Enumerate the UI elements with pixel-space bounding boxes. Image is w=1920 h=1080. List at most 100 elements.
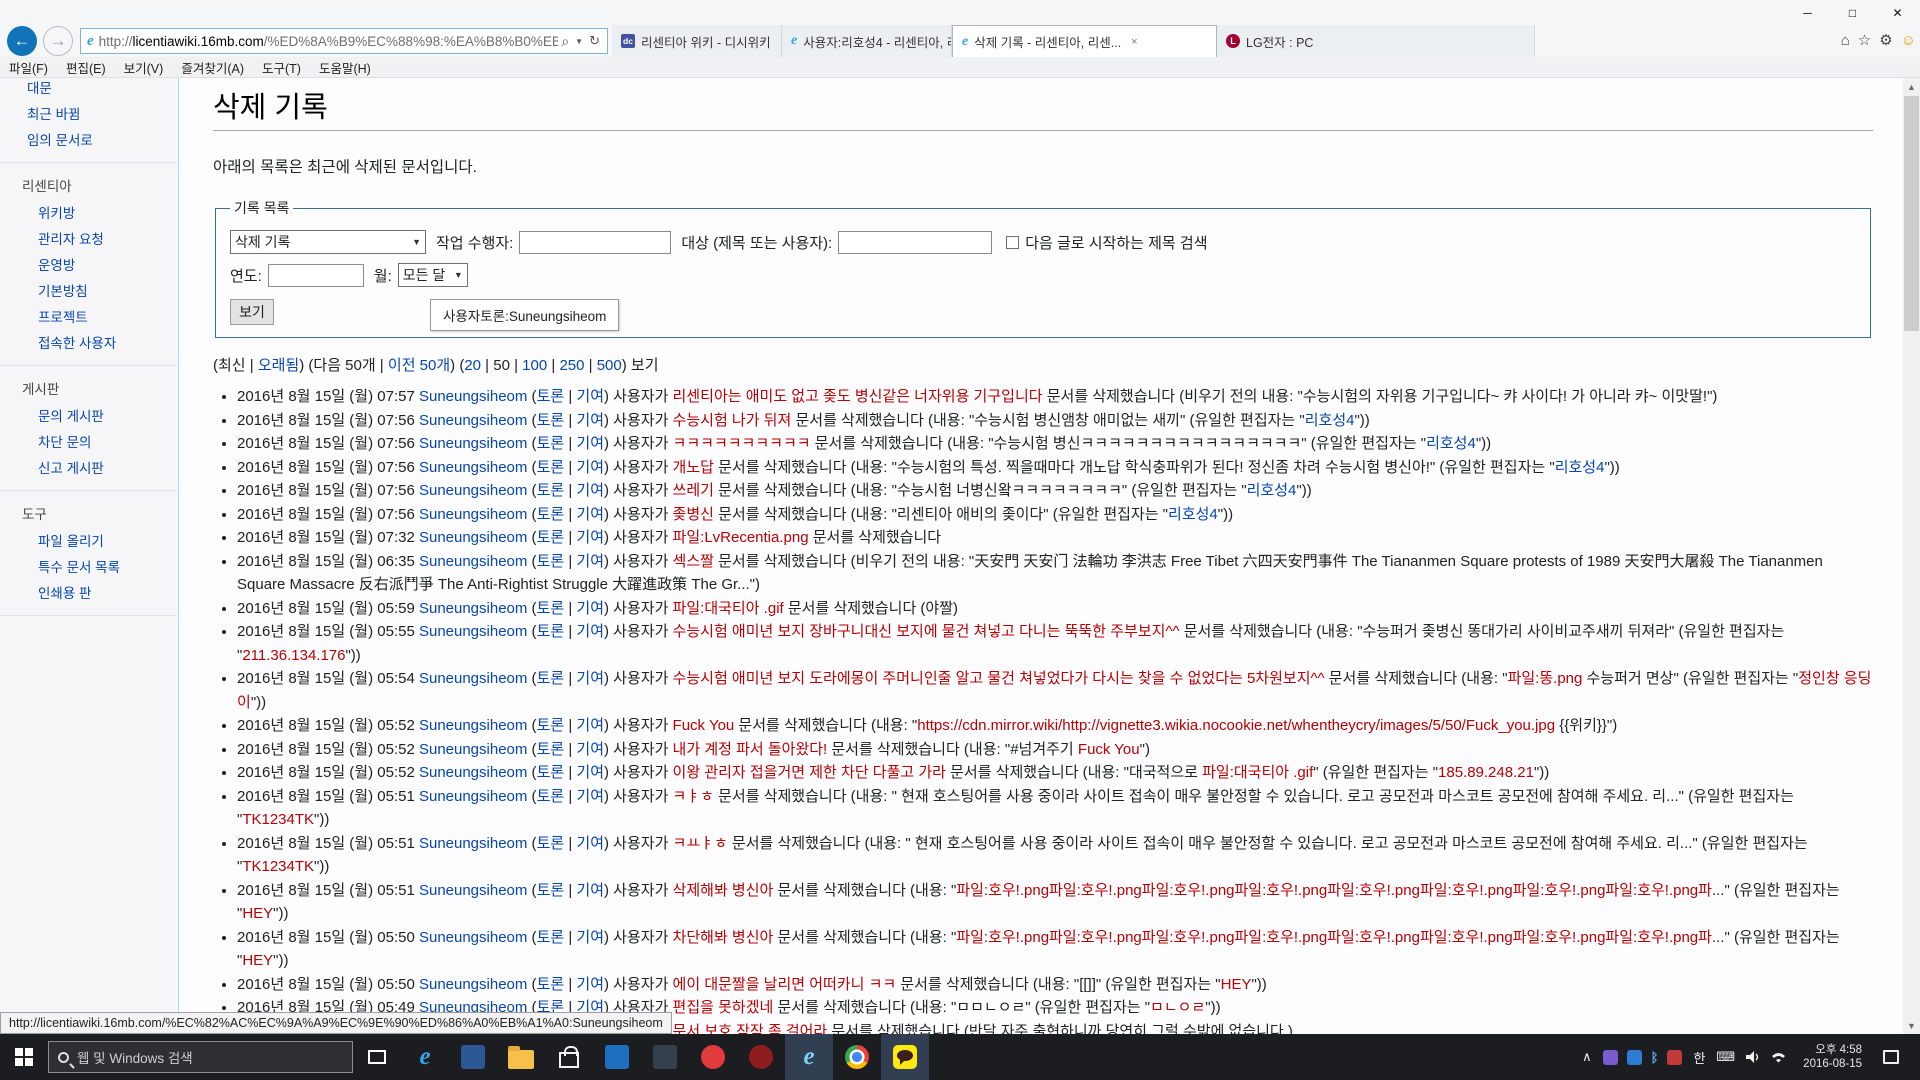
sidebar-item[interactable]: 인쇄용 판 [0,579,177,605]
ie-icon[interactable]: e [785,1034,833,1080]
user-talk-link[interactable]: 토론 [537,412,565,429]
url-text[interactable]: http://licentiawiki.16mb.com/%ED%8A%B9%E… [99,34,559,49]
comment-link[interactable]: 리호성4 [1426,435,1476,452]
menu-item[interactable]: 도움말(H) [310,58,380,77]
comment-link[interactable]: 파일:대국티아 .gif [1202,764,1313,781]
log-user-link[interactable]: Suneungsiheom [419,835,527,852]
star-icon[interactable]: ☆ [1858,31,1871,49]
user-talk-link[interactable]: 토론 [537,929,565,946]
user-talk-link[interactable]: 토론 [537,388,565,405]
minimize-button[interactable]: ─ [1785,0,1830,25]
log-user-link[interactable]: Suneungsiheom [419,388,527,405]
log-user-link[interactable]: Suneungsiheom [419,529,527,546]
browser-tab[interactable]: e사용자:리호성4 - 리센티아, 리... [782,25,952,57]
bluetooth-icon[interactable]: ᛒ [1651,1050,1659,1065]
deleted-page-link[interactable]: 파일:대국티아 .gif [673,600,784,617]
mail-icon[interactable] [641,1034,689,1080]
comment-link[interactable]: 리호성4 [1305,412,1355,429]
browser-tab[interactable]: e삭제 기록 - 리센티아, 리센...× [952,25,1217,57]
app-blue-icon[interactable] [449,1034,497,1080]
comment-link[interactable]: HEY [1221,976,1252,993]
language-indicator[interactable]: 한 [1693,1048,1705,1067]
opera-icon[interactable] [689,1034,737,1080]
deleted-page-link[interactable]: 편집을 못하겠네 [673,999,774,1016]
log-user-link[interactable]: Suneungsiheom [419,459,527,476]
pagination-link[interactable]: 500 [597,357,622,374]
deleted-page-link[interactable]: 좆병신 [673,506,714,523]
user-talk-link[interactable]: 토론 [537,553,565,570]
tab-close-icon[interactable]: × [1131,36,1137,48]
log-user-link[interactable]: Suneungsiheom [419,623,527,640]
comment-link[interactable]: TK1234TK [242,858,314,875]
log-user-link[interactable]: Suneungsiheom [419,764,527,781]
log-user-link[interactable]: Suneungsiheom [419,976,527,993]
deleted-page-link[interactable]: Fuck You [673,717,735,734]
speaker-icon[interactable] [1746,1051,1760,1063]
keyboard-icon[interactable]: ⌨ [1716,1049,1735,1065]
taskbar-clock[interactable]: 오후 4:58 2016-08-15 [1797,1043,1868,1071]
user-contribs-link[interactable]: 기여 [576,976,604,993]
user-contribs-link[interactable]: 기여 [576,741,604,758]
pagination-link[interactable]: 20 [464,357,481,374]
log-user-link[interactable]: Suneungsiheom [419,882,527,899]
chat-icon[interactable] [1603,1050,1618,1065]
user-contribs-link[interactable]: 기여 [576,482,604,499]
vertical-scrollbar[interactable]: ▲ ▼ [1903,78,1920,1034]
sidebar-item[interactable]: 프로젝트 [0,303,177,329]
edge-icon[interactable]: e [401,1034,449,1080]
log-user-link[interactable]: Suneungsiheom [419,670,527,687]
log-user-link[interactable]: Suneungsiheom [419,506,527,523]
browser-tab[interactable]: LLG전자 : PC [1217,25,1535,57]
user-talk-link[interactable]: 토론 [537,976,565,993]
sidebar-item[interactable]: 관리자 요청 [0,225,177,251]
sidebar-item[interactable]: 운영방 [0,251,177,277]
deleted-page-link[interactable]: 쓰레기 [673,482,714,499]
deleted-page-link[interactable]: 에이 대문짤을 날리면 어떠카니 ㅋㅋ [673,976,897,993]
user-talk-link[interactable]: 토론 [537,529,565,546]
view-button[interactable]: 보기 [230,299,274,325]
forward-button[interactable]: → [43,26,73,56]
scroll-down-arrow[interactable]: ▼ [1903,1017,1920,1034]
log-type-select[interactable]: 삭제 기록▼ [230,230,426,254]
user-contribs-link[interactable]: 기여 [576,506,604,523]
sidebar-item[interactable]: 임의 문서로 [0,126,177,152]
comment-link[interactable]: 파일:똥.png [1508,670,1583,687]
search-dropdown-icon[interactable]: ▼ [575,37,583,46]
deleted-page-link[interactable]: 삭제해봐 병신아 [673,882,774,899]
log-user-link[interactable]: Suneungsiheom [419,435,527,452]
photos-icon[interactable] [593,1034,641,1080]
log-user-link[interactable]: Suneungsiheom [419,600,527,617]
alert-icon[interactable] [1667,1050,1682,1065]
deleted-page-link[interactable]: 리센티아는 애미도 없고 좆도 병신같은 너자위용 기구입니다 [673,388,1043,405]
user-talk-link[interactable]: 토론 [537,670,565,687]
user-talk-link[interactable]: 토론 [537,506,565,523]
log-user-link[interactable]: Suneungsiheom [419,553,527,570]
deleted-page-link[interactable]: 이왕 관리자 접을거면 제한 차단 다풀고 가라 [673,764,946,781]
file-explorer-icon[interactable] [497,1034,545,1080]
deleted-page-link[interactable]: ㅋㅋㅋㅋㅋㅋㅋㅋㅋㅋ [673,435,811,452]
log-user-link[interactable]: Suneungsiheom [419,788,527,805]
comment-link[interactable]: HEY [242,905,273,922]
scrollbar-thumb[interactable] [1904,96,1919,331]
target-input[interactable] [838,231,992,254]
pagination-link[interactable]: 이전 50개 [388,357,450,374]
deleted-page-link[interactable]: 파일:LvRecentia.png [673,529,809,546]
user-contribs-link[interactable]: 기여 [576,459,604,476]
action-center-icon[interactable] [1883,1050,1899,1064]
user-contribs-link[interactable]: 기여 [576,788,604,805]
log-user-link[interactable]: Suneungsiheom [419,412,527,429]
user-talk-link[interactable]: 토론 [537,882,565,899]
user-contribs-link[interactable]: 기여 [576,882,604,899]
user-contribs-link[interactable]: 기여 [576,717,604,734]
maximize-button[interactable]: □ [1830,0,1875,25]
home-icon[interactable]: ⌂ [1841,32,1850,49]
user-contribs-link[interactable]: 기여 [576,388,604,405]
caret-up-icon[interactable]: ∧ [1582,1049,1592,1065]
user-contribs-link[interactable]: 기여 [576,435,604,452]
sidebar-item[interactable]: 파일 올리기 [0,527,177,553]
user-contribs-link[interactable]: 기여 [576,412,604,429]
pagination-link[interactable]: 250 [559,357,584,374]
kakaotalk-icon[interactable] [881,1034,929,1080]
user-talk-link[interactable]: 토론 [537,835,565,852]
network-icon[interactable] [1771,1051,1786,1063]
